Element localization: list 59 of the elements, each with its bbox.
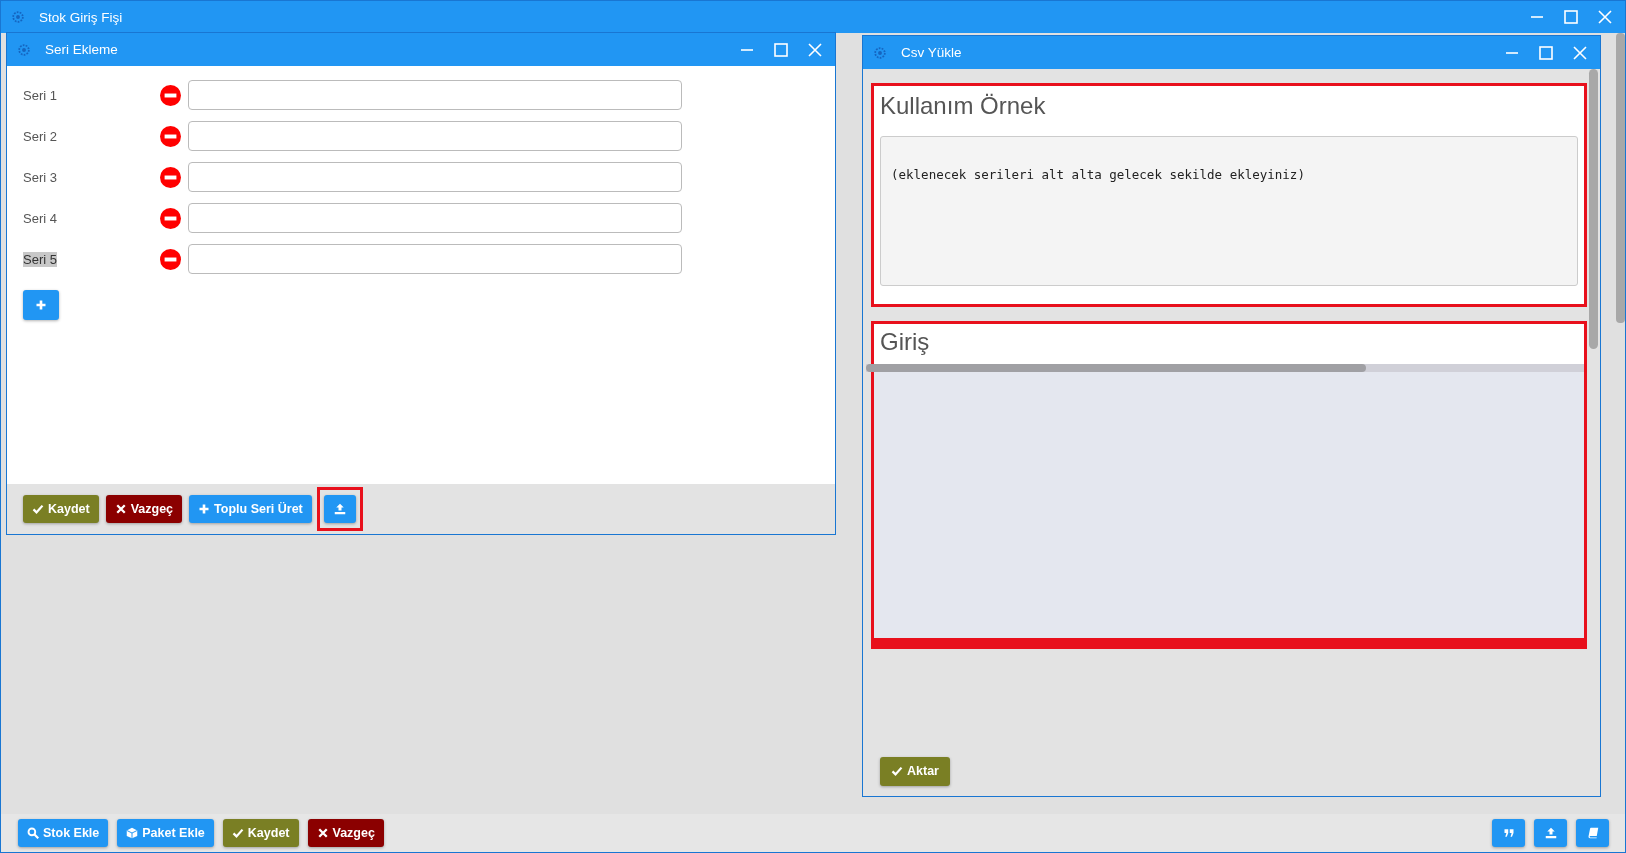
example-text: (eklenecek serileri alt alta gelecek sekilde ekleyiniz) — [891, 167, 1305, 182]
search-icon — [27, 827, 39, 839]
window-title: Csv Yükle — [901, 45, 962, 60]
gear-icon — [11, 10, 25, 24]
plus-icon — [35, 299, 47, 311]
remove-icon[interactable] — [160, 207, 181, 229]
maximize-icon[interactable] — [1538, 44, 1554, 61]
add-button[interactable]: Toplu Seri Üret — [189, 495, 312, 523]
row-label: Seri 2 — [23, 128, 58, 144]
maximize-icon[interactable] — [1563, 9, 1579, 25]
gear-icon — [17, 42, 31, 57]
remove-icon[interactable] — [159, 248, 181, 270]
remove-icon[interactable] — [160, 84, 181, 106]
upload-button[interactable] — [323, 495, 356, 523]
serial-input[interactable] — [188, 203, 682, 233]
package-add-button[interactable]: Paket Ekle — [117, 819, 214, 847]
vertical-scrollbar[interactable] — [1589, 69, 1598, 349]
horizontal-scrollbar[interactable] — [866, 364, 1584, 372]
row-label: Seri 3 — [23, 169, 58, 185]
check-icon — [231, 827, 244, 839]
serial-input[interactable] — [187, 244, 682, 274]
save-button[interactable]: Kaydet — [23, 495, 99, 523]
serial-input[interactable] — [188, 162, 682, 192]
serial-input[interactable] — [188, 121, 682, 151]
check-icon — [891, 765, 903, 777]
close-icon[interactable] — [807, 41, 823, 58]
row-label: Seri 1 — [23, 87, 58, 103]
book-icon — [1586, 827, 1599, 839]
x-icon — [316, 827, 329, 839]
upload-icon — [1544, 827, 1557, 839]
maximize-icon[interactable] — [773, 41, 789, 58]
save-button[interactable]: Aktar — [880, 756, 950, 786]
save-button[interactable]: Kaydet — [222, 819, 299, 847]
close-icon[interactable] — [1572, 44, 1588, 61]
row-label: Seri 5 — [23, 251, 57, 267]
cancel-button[interactable]: Vazgeç — [105, 495, 183, 523]
add-button[interactable] — [23, 290, 59, 320]
check-icon — [32, 503, 44, 515]
input-textarea[interactable] — [874, 372, 1584, 638]
close-icon[interactable] — [1597, 9, 1613, 25]
row-label: Seri 4 — [23, 210, 58, 226]
quote-icon — [1502, 827, 1515, 839]
quote-button[interactable] — [1492, 819, 1525, 847]
section-heading: Kullanım Örnek — [880, 92, 1047, 120]
remove-icon[interactable] — [160, 166, 181, 188]
window-title: Seri Ekleme — [45, 42, 118, 57]
cube-icon — [126, 827, 139, 839]
upload-button[interactable] — [1534, 819, 1567, 847]
window-title: Stok Giriş Fişi — [39, 9, 123, 25]
upload-icon — [333, 503, 346, 515]
serial-input[interactable] — [188, 80, 682, 110]
book-button[interactable] — [1576, 819, 1609, 847]
stock-add-button[interactable]: Stok Ekle — [18, 819, 109, 847]
gear-icon — [873, 45, 887, 60]
vertical-scrollbar[interactable] — [1616, 33, 1625, 323]
cancel-button[interactable]: Vazgeç — [307, 819, 384, 847]
remove-icon[interactable] — [160, 125, 181, 147]
plus-icon — [198, 503, 211, 515]
x-icon — [114, 503, 127, 515]
